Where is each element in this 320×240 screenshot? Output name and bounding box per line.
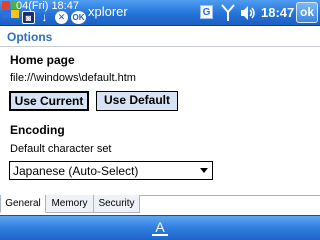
use-current-button[interactable]: Use Current — [9, 91, 89, 111]
speaker-icon[interactable] — [240, 5, 256, 21]
charset-label: Default character set — [10, 143, 112, 155]
keyboard-glyph: A — [155, 219, 165, 235]
keyboard-icon[interactable]: A — [150, 219, 170, 237]
home-page-heading: Home page — [10, 53, 75, 67]
g-status-icon[interactable]: G — [200, 5, 213, 19]
tab-memory[interactable]: Memory — [46, 195, 94, 213]
camera-notification-icon[interactable]: ◙ — [22, 11, 35, 24]
charset-selected-value: Japanese (Auto-Select) — [13, 164, 139, 178]
title-bar: 04(Fri) 18:47 ◙ ↓ ✕ OK xplorer G 18:47 o… — [0, 0, 320, 26]
signal-strength-icon[interactable] — [221, 4, 235, 22]
ok-button[interactable]: ok — [296, 2, 318, 23]
use-default-button[interactable]: Use Default — [96, 91, 178, 111]
chevron-down-icon[interactable] — [200, 168, 208, 173]
tab-security[interactable]: Security — [94, 195, 140, 213]
divider — [0, 46, 320, 47]
home-page-url: file://\windows\default.htm — [10, 72, 136, 84]
bottom-menu-bar: A — [0, 215, 320, 240]
download-notification-icon[interactable]: ↓ — [38, 11, 51, 24]
charset-dropdown[interactable]: Japanese (Auto-Select) — [9, 161, 213, 180]
clock-time[interactable]: 18:47 — [261, 5, 294, 20]
ok-notification-icon[interactable]: OK — [71, 11, 86, 24]
app-title: xplorer — [88, 4, 128, 19]
close-notification-icon[interactable]: ✕ — [55, 11, 68, 24]
page-title: Options — [7, 30, 53, 44]
encoding-heading: Encoding — [10, 123, 65, 137]
tab-general[interactable]: General — [0, 195, 46, 213]
